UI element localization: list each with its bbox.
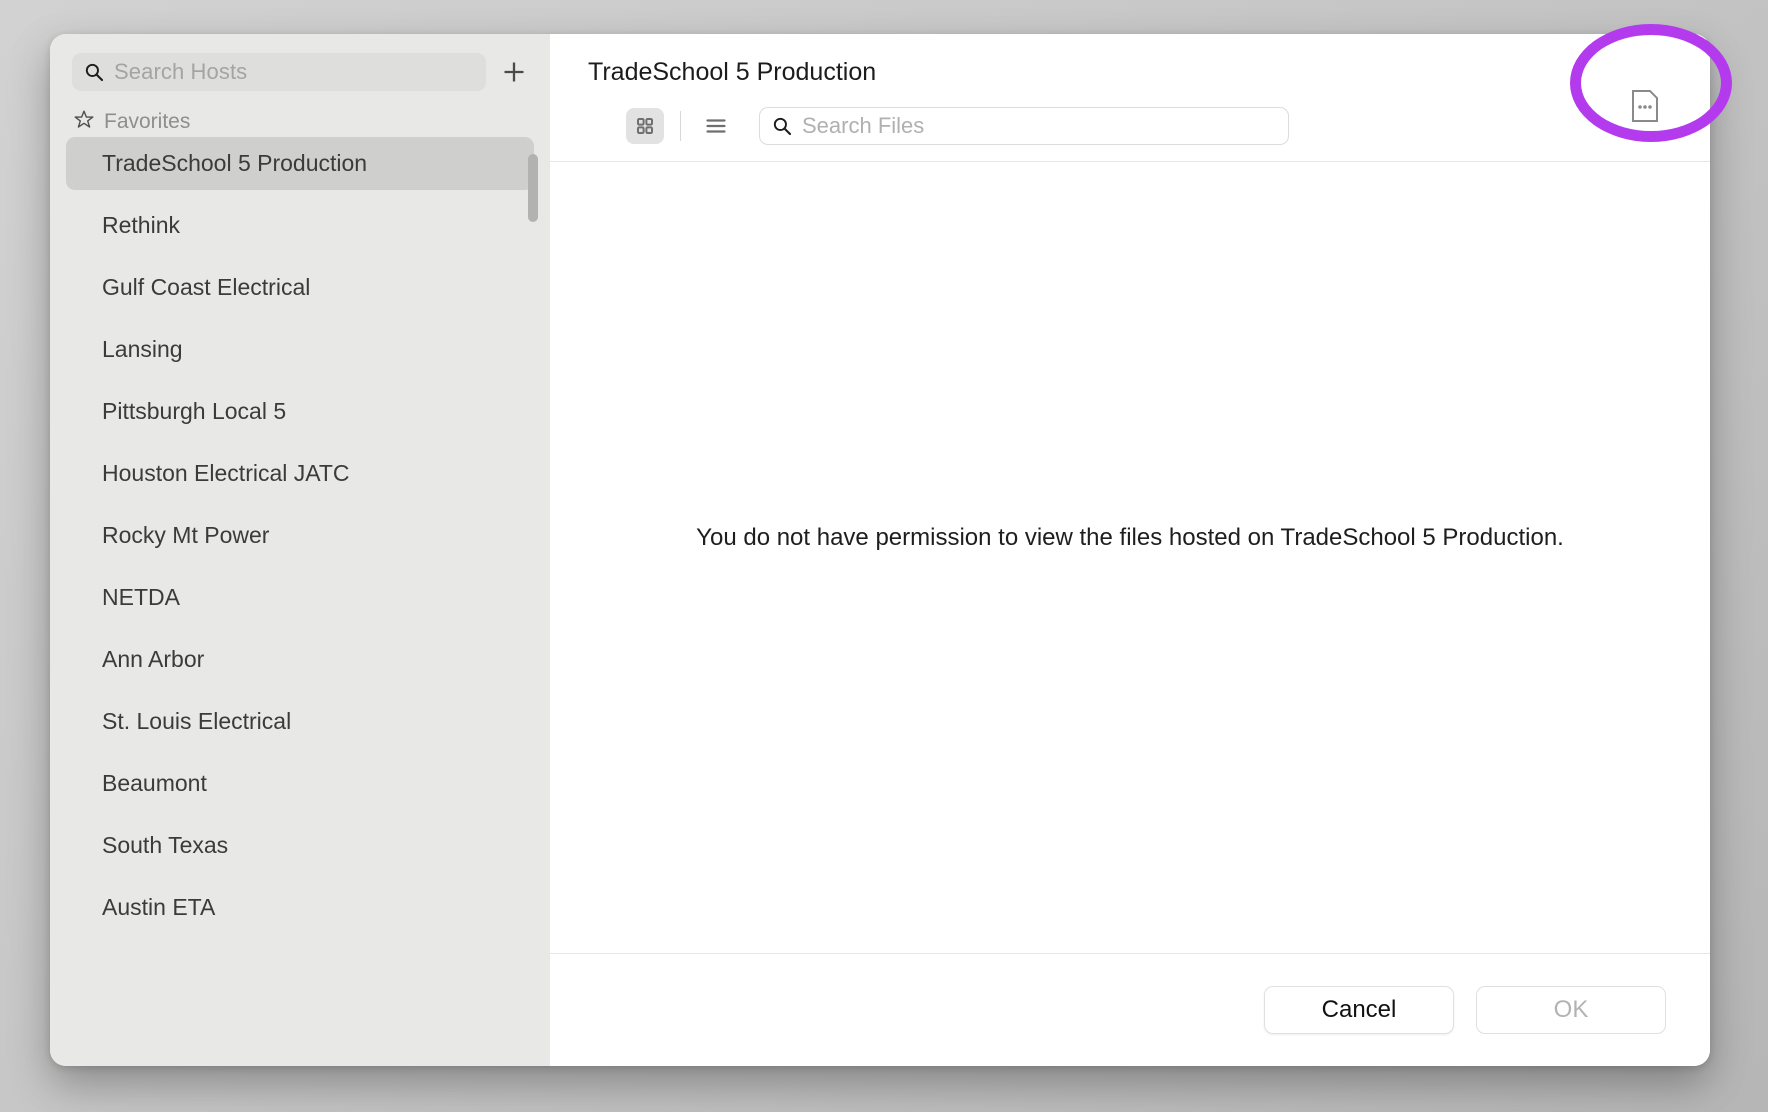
host-item-label: Pittsburgh Local 5 — [102, 398, 287, 424]
sidebar-scrollbar[interactable] — [528, 154, 538, 964]
host-item-label: Beaumont — [102, 770, 207, 796]
host-item-label: TradeSchool 5 Production — [102, 150, 368, 176]
file-picker-dialog: Search Hosts Favorites TradeSchool 5 Pro… — [50, 34, 1710, 1066]
sidebar-item-host-5[interactable]: Houston Electrical JATC — [66, 447, 534, 500]
empty-state-message: You do not have permission to view the f… — [696, 523, 1564, 551]
search-files-placeholder: Search Files — [802, 113, 925, 138]
host-item-label: Austin ETA — [102, 894, 216, 920]
favorites-section-header: Favorites — [50, 98, 550, 136]
cancel-button[interactable]: Cancel — [1264, 986, 1454, 1034]
host-item-label: St. Louis Electrical — [102, 708, 292, 734]
search-hosts-placeholder: Search Hosts — [114, 59, 248, 84]
sidebar-item-host-10[interactable]: Beaumont — [66, 757, 534, 810]
grid-view-button[interactable] — [626, 108, 664, 144]
sidebar-item-host-11[interactable]: South Texas — [66, 819, 534, 872]
files-body: You do not have permission to view the f… — [550, 162, 1710, 953]
files-pane: TradeSchool 5 Production Search Files Yo… — [550, 34, 1710, 1066]
sidebar-item-host-12[interactable]: Austin ETA — [66, 881, 534, 934]
plus-icon — [504, 62, 524, 82]
sidebar-scrollbar-thumb[interactable] — [528, 154, 538, 222]
toolbar-divider — [680, 111, 681, 141]
files-toolbar: Search Files — [588, 85, 1710, 161]
search-icon — [772, 116, 792, 136]
sidebar-item-host-3[interactable]: Lansing — [66, 323, 534, 376]
sidebar-toolbar: Search Hosts — [50, 34, 550, 98]
host-item-label: South Texas — [102, 832, 229, 858]
add-host-button[interactable] — [492, 50, 536, 94]
host-item-label: Lansing — [102, 336, 183, 362]
search-hosts-field[interactable]: Search Hosts — [72, 53, 486, 91]
list-view-button[interactable] — [697, 108, 735, 144]
host-item-label: Ann Arbor — [102, 646, 205, 672]
grid-view-icon — [637, 118, 653, 134]
sidebar-item-host-9[interactable]: St. Louis Electrical — [66, 695, 534, 748]
page-title: TradeSchool 5 Production — [588, 58, 877, 86]
sidebar-item-host-1[interactable]: Rethink — [66, 199, 534, 252]
search-files-field[interactable]: Search Files — [759, 107, 1289, 145]
document-ellipsis-icon — [1632, 90, 1658, 122]
sidebar-item-host-8[interactable]: Ann Arbor — [66, 633, 534, 686]
host-item-label: Rocky Mt Power — [102, 522, 270, 548]
search-icon — [84, 62, 104, 82]
host-item-label: Houston Electrical JATC — [102, 460, 350, 486]
sidebar-item-host-7[interactable]: NETDA — [66, 571, 534, 624]
host-item-label: Rethink — [102, 212, 180, 238]
host-list: TradeSchool 5 Production Rethink Gulf Co… — [50, 137, 550, 1066]
favorites-label: Favorites — [104, 110, 191, 133]
star-icon — [72, 108, 96, 132]
document-menu-button[interactable] — [1628, 86, 1662, 126]
list-view-icon — [706, 119, 726, 133]
sidebar-item-host-6[interactable]: Rocky Mt Power — [66, 509, 534, 562]
hosts-sidebar: Search Hosts Favorites TradeSchool 5 Pro… — [50, 34, 550, 1066]
host-item-label: Gulf Coast Electrical — [102, 274, 311, 300]
sidebar-item-host-0[interactable]: TradeSchool 5 Production — [66, 137, 534, 190]
dialog-footer: Cancel OK — [550, 954, 1710, 1066]
files-header: TradeSchool 5 Production Search Files — [550, 34, 1710, 161]
host-item-label: NETDA — [102, 584, 180, 610]
sidebar-item-host-2[interactable]: Gulf Coast Electrical — [66, 261, 534, 314]
sidebar-item-host-4[interactable]: Pittsburgh Local 5 — [66, 385, 534, 438]
ok-button[interactable]: OK — [1476, 986, 1666, 1034]
